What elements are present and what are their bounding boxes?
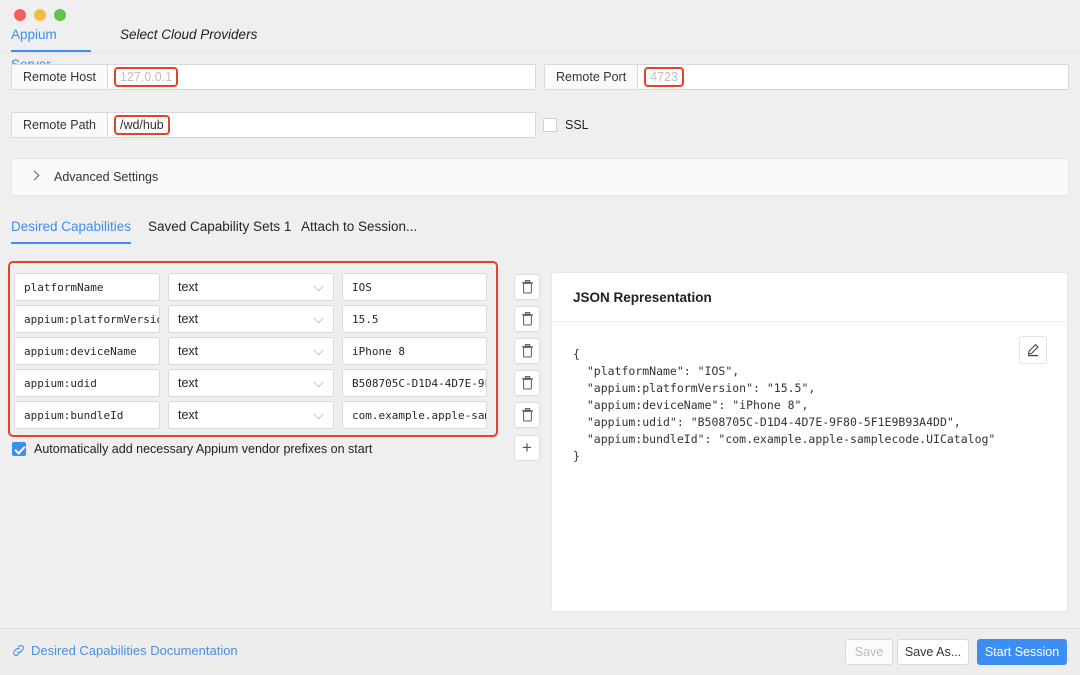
link-icon <box>12 644 25 657</box>
tab-saved-capability-sets[interactable]: Saved Capability Sets 1 <box>148 214 291 244</box>
capability-name-input[interactable]: platformName <box>14 273 160 301</box>
tab-select-cloud-providers-label: Select Cloud Providers <box>120 27 257 42</box>
remote-host-label: Remote Host <box>12 65 108 89</box>
delete-capability-button[interactable] <box>514 338 540 364</box>
documentation-link[interactable]: Desired Capabilities Documentation <box>12 643 238 658</box>
advanced-settings-panel[interactable]: Advanced Settings <box>11 158 1069 196</box>
capability-type-select[interactable]: text <box>168 401 334 429</box>
tab-attach-to-session-label: Attach to Session... <box>301 219 417 234</box>
capability-name-input[interactable]: appium:deviceName <box>14 337 160 365</box>
add-capability-button[interactable]: + <box>514 435 540 461</box>
chevron-down-icon <box>314 314 324 324</box>
tab-select-cloud-providers[interactable]: Select Cloud Providers <box>120 20 257 52</box>
chevron-down-icon <box>314 346 324 356</box>
capability-type-select[interactable]: text <box>168 369 334 397</box>
table-row: appium:bundleId text com.example.apple-s… <box>14 401 487 429</box>
remote-port-field[interactable]: Remote Port 4723 <box>544 64 1069 90</box>
plus-icon: + <box>522 439 532 456</box>
capability-type-value: text <box>178 376 198 390</box>
start-session-button[interactable]: Start Session <box>977 639 1067 665</box>
capability-value-input[interactable]: IOS <box>342 273 487 301</box>
footer-bar: Desired Capabilities Documentation Save … <box>0 628 1080 675</box>
remote-host-placeholder: 127.0.0.1 <box>114 67 178 87</box>
capabilities-editor: platformName text IOS appium:platformVer… <box>0 258 545 478</box>
capability-name-input[interactable]: appium:bundleId <box>14 401 160 429</box>
remote-host-input[interactable]: 127.0.0.1 <box>108 65 535 89</box>
capability-value-input[interactable]: 15.5 <box>342 305 487 333</box>
capability-name-input[interactable]: appium:udid <box>14 369 160 397</box>
capability-type-select[interactable]: text <box>168 273 334 301</box>
trash-icon <box>521 344 534 358</box>
documentation-link-label: Desired Capabilities Documentation <box>31 643 238 658</box>
window-titlebar <box>0 0 1080 20</box>
capability-type-select[interactable]: text <box>168 337 334 365</box>
table-row: platformName text IOS <box>14 273 487 301</box>
trash-icon <box>521 408 534 422</box>
chevron-down-icon <box>314 378 324 388</box>
capability-type-value: text <box>178 344 198 358</box>
capability-type-value: text <box>178 312 198 326</box>
trash-icon <box>521 280 534 294</box>
ssl-checkbox-row[interactable]: SSL <box>543 118 589 132</box>
delete-capability-button[interactable] <box>514 306 540 332</box>
table-row: appium:udid text B508705C-D1D4-4D7E-9F <box>14 369 487 397</box>
save-button-label: Save <box>855 645 884 659</box>
json-panel-title: JSON Representation <box>552 273 1067 322</box>
auto-prefix-label: Automatically add necessary Appium vendo… <box>34 442 372 456</box>
save-as-button[interactable]: Save As... <box>897 639 969 665</box>
json-content: { "platformName": "IOS", "appium:platfor… <box>573 346 1046 465</box>
pencil-icon <box>1026 343 1040 357</box>
top-tab-bar: Appium Server Select Cloud Providers <box>0 20 1080 53</box>
remote-host-field[interactable]: Remote Host 127.0.0.1 <box>11 64 536 90</box>
remote-path-value: /wd/hub <box>114 115 170 135</box>
remote-path-field[interactable]: Remote Path /wd/hub <box>11 112 536 138</box>
save-as-button-label: Save As... <box>905 645 961 659</box>
start-session-button-label: Start Session <box>985 645 1059 659</box>
json-representation-card: JSON Representation { "platformName": "I… <box>551 272 1068 612</box>
remote-port-label: Remote Port <box>545 65 638 89</box>
edit-json-button[interactable] <box>1019 336 1047 364</box>
table-row: appium:deviceName text iPhone 8 <box>14 337 487 365</box>
tab-saved-capability-sets-label: Saved Capability Sets 1 <box>148 219 291 234</box>
capability-name-input[interactable]: appium:platformVersio <box>14 305 160 333</box>
json-panel-body: { "platformName": "IOS", "appium:platfor… <box>552 322 1067 465</box>
table-row: appium:platformVersio text 15.5 <box>14 305 487 333</box>
advanced-settings-label: Advanced Settings <box>54 170 158 184</box>
chevron-right-icon <box>30 172 40 182</box>
tab-attach-to-session[interactable]: Attach to Session... <box>301 214 417 244</box>
remote-port-placeholder: 4723 <box>644 67 684 87</box>
capability-type-value: text <box>178 408 198 422</box>
tab-desired-capabilities-label: Desired Capabilities <box>11 219 131 234</box>
capability-type-select[interactable]: text <box>168 305 334 333</box>
chevron-down-icon <box>314 282 324 292</box>
save-button[interactable]: Save <box>845 639 893 665</box>
auto-prefix-row[interactable]: Automatically add necessary Appium vendo… <box>12 442 372 456</box>
trash-icon <box>521 312 534 326</box>
capability-value-input[interactable]: com.example.apple-samp <box>342 401 487 429</box>
capability-type-value: text <box>178 280 198 294</box>
trash-icon <box>521 376 534 390</box>
ssl-checkbox[interactable] <box>543 118 557 132</box>
capability-value-input[interactable]: iPhone 8 <box>342 337 487 365</box>
auto-prefix-checkbox[interactable] <box>12 442 26 456</box>
remote-port-input[interactable]: 4723 <box>638 65 1068 89</box>
capabilities-tab-bar: Desired Capabilities Saved Capability Se… <box>0 214 1080 244</box>
tab-appium-server[interactable]: Appium Server <box>11 20 91 52</box>
ssl-label: SSL <box>565 118 589 132</box>
delete-capability-button[interactable] <box>514 370 540 396</box>
delete-capability-button[interactable] <box>514 274 540 300</box>
tab-desired-capabilities[interactable]: Desired Capabilities <box>11 214 131 244</box>
remote-path-label: Remote Path <box>12 113 108 137</box>
chevron-down-icon <box>314 410 324 420</box>
delete-capability-button[interactable] <box>514 402 540 428</box>
remote-path-input[interactable]: /wd/hub <box>108 113 535 137</box>
capability-value-input[interactable]: B508705C-D1D4-4D7E-9F <box>342 369 487 397</box>
appium-inspector-window: Appium Server Select Cloud Providers Rem… <box>0 0 1080 675</box>
